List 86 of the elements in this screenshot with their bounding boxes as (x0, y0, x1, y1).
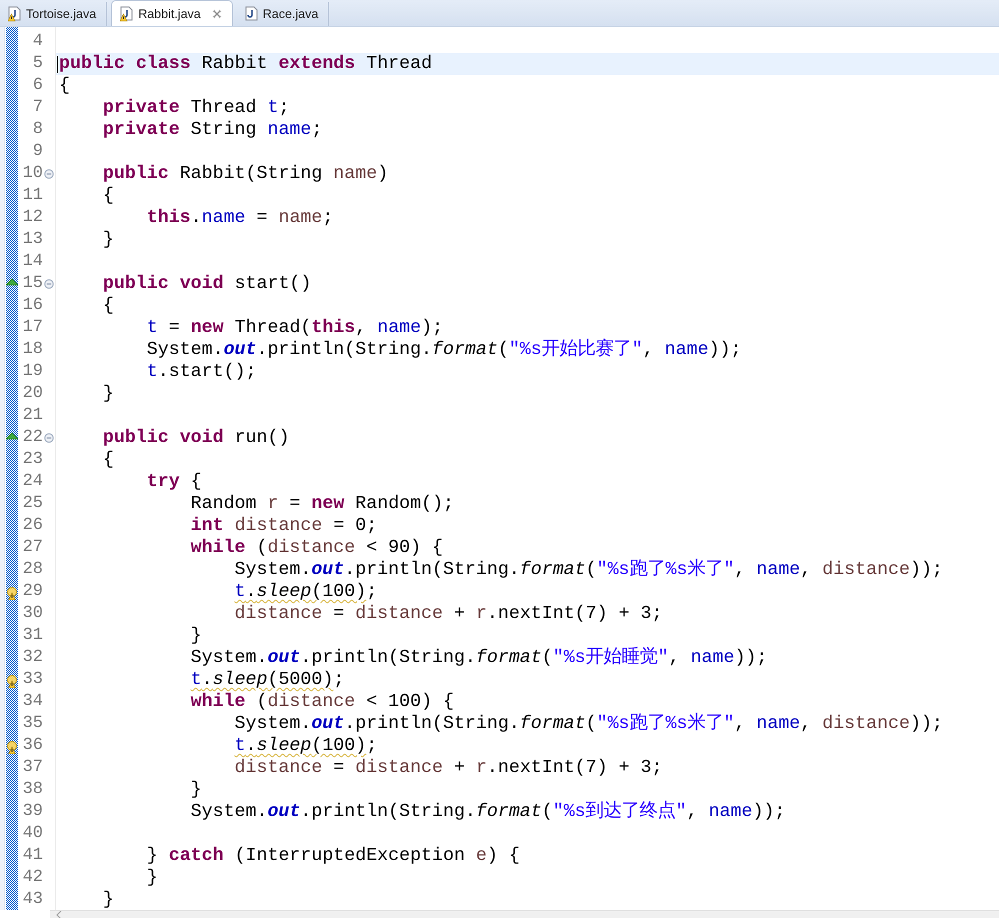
code-line: } (102, 384, 114, 404)
horizontal-scrollbar[interactable] (50, 910, 999, 918)
line-number: 36 (22, 735, 43, 757)
code-line: public void start() (102, 274, 312, 294)
line-number: 20 (22, 383, 43, 405)
code-line: public class Rabbit extends Thread (59, 54, 432, 74)
line-number: 24 (22, 471, 43, 493)
code-line: Random r = new Random(); (190, 494, 454, 514)
line-number: 25 (22, 493, 43, 515)
line-number: 22 (22, 427, 43, 449)
line-number: 5 (32, 53, 43, 75)
code-line: { (59, 76, 70, 96)
code-line: int distance = 0; (190, 516, 378, 536)
code-line: try { (146, 472, 202, 492)
line-number: 4 (32, 31, 43, 53)
line-number: 28 (22, 559, 43, 581)
code-line: { (102, 296, 114, 316)
code-line: System.out.println(String.format("%s开始比赛了", name)); (146, 340, 742, 360)
line-number: 17 (22, 317, 43, 339)
line-number: 13 (22, 229, 43, 251)
code-line: public Rabbit(String name) (102, 164, 388, 184)
editor-tab[interactable]: Rabbit.java (111, 0, 233, 26)
line-number: 43 (22, 889, 43, 911)
code-line: } (102, 890, 114, 910)
line-number: 33 (22, 669, 43, 691)
line-number: 26 (22, 515, 43, 537)
code-line: while (distance < 100) { (190, 692, 454, 712)
collapse-icon[interactable] (44, 169, 54, 179)
line-number: 30 (22, 603, 43, 625)
scroll-left-icon[interactable] (56, 910, 62, 918)
editor-tab[interactable]: Tortoise.java (0, 2, 108, 26)
code-line: private String name; (102, 120, 322, 140)
code-line: } (146, 868, 158, 888)
line-number: 29 (22, 581, 43, 603)
line-number: 16 (22, 295, 43, 317)
code-line: t.sleep(100); (234, 736, 378, 756)
code-line: t = new Thread(this, name); (146, 318, 444, 338)
code-line: { (102, 186, 114, 206)
code-line: { (102, 450, 114, 470)
java-file-icon (244, 6, 258, 22)
line-number: 19 (22, 361, 43, 383)
line-number: 21 (22, 405, 43, 427)
code-line: } catch (InterruptedException e) { (146, 846, 520, 866)
text-cursor (57, 56, 58, 73)
code-line: t.sleep(5000); (190, 670, 344, 690)
line-number: 32 (22, 647, 43, 669)
collapse-icon[interactable] (44, 433, 54, 443)
code-line: distance = distance + r.nextInt(7) + 3; (234, 758, 662, 778)
line-number: 7 (32, 97, 43, 119)
code-line: t.start(); (146, 362, 256, 382)
line-number: 10 (22, 163, 43, 185)
close-icon[interactable] (212, 8, 222, 18)
line-number: 8 (32, 119, 43, 141)
code-line: t.sleep(100); (234, 582, 378, 602)
line-number: 14 (22, 251, 43, 273)
line-number: 15 (22, 273, 43, 295)
line-number: 40 (22, 823, 43, 845)
code-line: System.out.println(String.format("%s跑了%s米了", name, distance)); (234, 714, 943, 734)
collapse-icon[interactable] (44, 279, 54, 289)
line-number: 37 (22, 757, 43, 779)
code-line: public void run() (102, 428, 290, 448)
code-line: System.out.println(String.format("%s到达了终点", name)); (190, 802, 786, 822)
line-number: 42 (22, 867, 43, 889)
line-number: 6 (32, 75, 43, 97)
editor-tab[interactable]: Race.java (236, 2, 330, 26)
code-line: System.out.println(String.format("%s开始睡觉", name)); (190, 648, 768, 668)
line-number: 18 (22, 339, 43, 361)
code-line: distance = distance + r.nextInt(7) + 3; (234, 604, 662, 624)
code-line: } (190, 780, 202, 800)
line-number: 38 (22, 779, 43, 801)
line-number: 39 (22, 801, 43, 823)
code-line: System.out.println(String.format("%s跑了%s米了", name, distance)); (234, 560, 943, 580)
line-number: 12 (22, 207, 43, 229)
line-number: 23 (22, 449, 43, 471)
code-line: private Thread t; (102, 98, 290, 118)
code-line: this.name = name; (146, 208, 334, 228)
line-number: 31 (22, 625, 43, 647)
line-number: 9 (32, 141, 43, 163)
line-number: 41 (22, 845, 43, 867)
line-number: 27 (22, 537, 43, 559)
code-line: } (102, 230, 114, 250)
line-number: 11 (22, 185, 43, 207)
line-number: 34 (22, 691, 43, 713)
code-line: } (190, 626, 202, 646)
code-line: while (distance < 90) { (190, 538, 444, 558)
line-number: 35 (22, 713, 43, 735)
